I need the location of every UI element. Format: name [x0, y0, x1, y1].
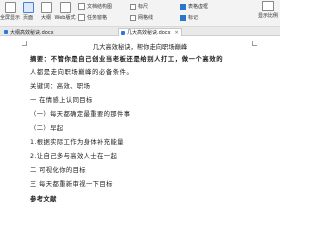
- table-gridlines-checkbox[interactable]: 表格虚框: [180, 3, 208, 10]
- checkbox-checked-icon: [180, 14, 186, 21]
- document-title: 几大高效秘诀，帮你走向职场巅峰: [92, 44, 188, 51]
- outline-view-button[interactable]: 大纲: [38, 2, 54, 21]
- close-tab-icon[interactable]: ✕: [175, 30, 179, 36]
- task-pane-toggle[interactable]: 任务窗格: [78, 14, 107, 21]
- heading-section-1: 一 在情感上认同目标: [30, 97, 93, 104]
- abstract-line-1: 摘要：不管你是自己创业当老板还是给别人打工，做一个高效的: [30, 54, 223, 63]
- heading-section-2: 二 可视化你的目标: [30, 167, 86, 174]
- page-view-button[interactable]: 页面: [20, 2, 36, 21]
- subheading-1-2: （二）早起: [30, 125, 64, 132]
- gridlines-checkbox[interactable]: 网格线: [130, 14, 153, 21]
- fullscreen-button[interactable]: 全屏显示: [0, 2, 20, 21]
- document-map-icon: [78, 3, 85, 10]
- abstract-line-2: 人都是走向职场巅峰的必备条件。: [30, 69, 134, 76]
- heading-section-3: 三 每天都重新审视一下目标: [30, 181, 113, 188]
- web-layout-icon: [59, 2, 71, 13]
- zoom-button[interactable]: 显示比例: [258, 1, 278, 19]
- task-pane-icon: [78, 14, 85, 21]
- checkbox-icon: [130, 14, 136, 21]
- document-tab-bar: 大纲高效秘诀.docx 几大高效秘诀.docx ✕: [0, 27, 280, 36]
- document-page: 几大高效秘诀，帮你走向职场巅峰 摘要：不管你是自己创业当老板还是给别人打工，做一…: [0, 37, 280, 210]
- outline-icon: [40, 2, 52, 13]
- ribbon-toolbar: 全屏显示 页面 大纲 Web版式 文档结构图 任务窗格 标尺 网格线 表格虚框 …: [0, 0, 280, 27]
- word-doc-icon: [4, 30, 8, 34]
- zoom-icon: [261, 1, 274, 11]
- tab-active-doc[interactable]: 几大高效秘诀.docx ✕: [118, 28, 182, 36]
- ruler-checkbox[interactable]: 标尺: [130, 3, 148, 10]
- list-item-1: 1.根据实际工作为身体补充能量: [30, 139, 124, 146]
- fullscreen-icon: [4, 2, 16, 13]
- markup-checkbox[interactable]: 标记: [180, 14, 198, 21]
- checkbox-icon: [130, 3, 136, 10]
- list-item-2: 2.让自己多与高效人士在一起: [30, 153, 118, 160]
- document-map-toggle[interactable]: 文档结构图: [78, 3, 112, 10]
- word-doc-icon: [121, 30, 125, 35]
- references-heading: 参考文献: [30, 196, 57, 203]
- abstract-text: 摘要：不管你是自己创业当老板还是给别人打工，做一个高效的: [30, 56, 224, 63]
- tab-outline-doc[interactable]: 大纲高效秘诀.docx: [2, 28, 56, 36]
- page-view-icon: [22, 2, 34, 13]
- web-layout-button[interactable]: Web版式: [55, 2, 75, 21]
- checkbox-checked-icon: [180, 3, 186, 10]
- keywords-line: 关键词：高效、职场: [30, 83, 91, 90]
- subheading-1-1: （一）每天都确定最重要的那件事: [30, 111, 131, 118]
